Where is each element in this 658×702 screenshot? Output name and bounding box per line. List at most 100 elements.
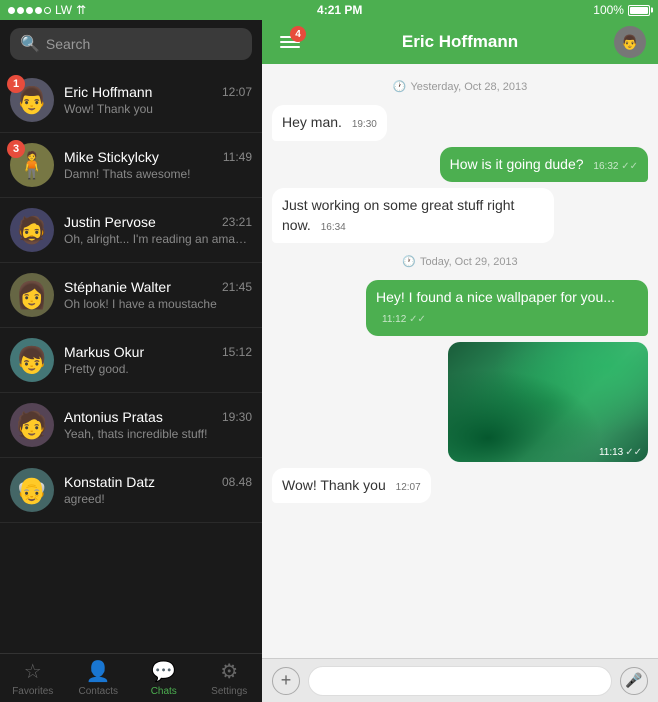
message-row-image: 11:13 ✓✓	[272, 342, 648, 462]
chat-list-item[interactable]: 👦 Markus Okur 15:12 Pretty good.	[0, 328, 262, 393]
chat-info: Stéphanie Walter 21:45 Oh look! I have a…	[64, 279, 252, 311]
chat-time: 21:45	[222, 280, 252, 294]
avatar-wrap: 👦	[10, 338, 54, 382]
favorites-nav-label: Favorites	[12, 686, 53, 697]
messages-area: 🕐Yesterday, Oct 28, 2013 Hey man. 19:30 …	[262, 64, 658, 658]
sent-bubble: How is it going dude? 16:32 ✓✓	[440, 147, 648, 183]
header-avatar[interactable]: 👨	[614, 26, 646, 58]
chat-info: Mike Stickylcky 11:49 Damn! Thats awesom…	[64, 149, 252, 181]
chat-name-row: Markus Okur 15:12	[64, 344, 252, 360]
signal-dot-3	[26, 7, 33, 14]
battery-percent: 100%	[593, 3, 624, 17]
chat-list-item[interactable]: 👴 Konstatin Datz 08.48 agreed!	[0, 458, 262, 523]
chats-nav-label: Chats	[151, 686, 177, 697]
chat-preview: Damn! Thats awesome!	[64, 167, 252, 181]
header-avatar-icon: 👨	[621, 34, 638, 51]
chat-list-item[interactable]: 👩 Stéphanie Walter 21:45 Oh look! I have…	[0, 263, 262, 328]
chat-list: 👨 1 Eric Hoffmann 12:07 Wow! Thank you 🧍…	[0, 68, 262, 653]
message-row-received: Just working on some great stuff right n…	[272, 188, 648, 243]
nav-item-contacts[interactable]: 👤 Contacts	[66, 654, 132, 702]
left-panel: 🔍 Search 👨 1 Eric Hoffmann 12:07 Wow! Th…	[0, 20, 262, 702]
avatar-wrap: 👩	[10, 273, 54, 317]
search-input-wrapper[interactable]: 🔍 Search	[10, 28, 252, 60]
checkmarks: ✓✓	[621, 161, 638, 172]
chat-name-row: Stéphanie Walter 21:45	[64, 279, 252, 295]
chat-header: 4 Eric Hoffmann 👨	[262, 20, 658, 64]
settings-nav-label: Settings	[211, 686, 247, 697]
search-label: Search	[46, 36, 90, 52]
avatar: 👴	[10, 468, 54, 512]
chat-time: 12:07	[222, 85, 252, 99]
add-button[interactable]: +	[272, 667, 300, 695]
status-left: LW ⇈	[8, 3, 86, 17]
mic-button[interactable]: 🎤	[620, 667, 648, 695]
avatar: 👩	[10, 273, 54, 317]
chat-list-item[interactable]: 🧑 Antonius Pratas 19:30 Yeah, thats incr…	[0, 393, 262, 458]
chat-name: Eric Hoffmann	[64, 84, 152, 100]
avatar-wrap: 👴	[10, 468, 54, 512]
chat-info: Antonius Pratas 19:30 Yeah, thats incred…	[64, 409, 252, 441]
mic-icon: 🎤	[625, 672, 642, 689]
unread-badge: 3	[7, 140, 25, 158]
chat-header-name: Eric Hoffmann	[402, 32, 518, 52]
chat-name: Justin Pervose	[64, 214, 156, 230]
wifi-icon: ⇈	[76, 3, 86, 17]
signal-dot-1	[8, 7, 15, 14]
status-right: 100%	[593, 3, 650, 17]
avatar-emoji: 👴	[16, 475, 48, 506]
input-bar: + 🎤	[262, 658, 658, 702]
contacts-nav-icon: 👤	[86, 659, 111, 684]
avatar-wrap: 🧔	[10, 208, 54, 252]
chat-preview: Oh, alright... I'm reading an amazing ar…	[64, 232, 252, 246]
chat-name-row: Konstatin Datz 08.48	[64, 474, 252, 490]
contacts-nav-label: Contacts	[79, 686, 118, 697]
chat-info: Konstatin Datz 08.48 agreed!	[64, 474, 252, 506]
nav-item-settings[interactable]: ⚙ Settings	[197, 654, 263, 702]
chat-name: Konstatin Datz	[64, 474, 155, 490]
chat-list-item[interactable]: 👨 1 Eric Hoffmann 12:07 Wow! Thank you	[0, 68, 262, 133]
image-bubble: 11:13 ✓✓	[448, 342, 648, 462]
chat-name: Markus Okur	[64, 344, 144, 360]
avatar-emoji: 👦	[16, 345, 48, 376]
nav-item-favorites[interactable]: ☆ Favorites	[0, 654, 66, 702]
status-time: 4:21 PM	[317, 3, 362, 17]
add-icon: +	[281, 670, 292, 691]
date-text: Today, Oct 29, 2013	[420, 256, 518, 268]
nav-item-chats[interactable]: 💬 Chats	[131, 654, 197, 702]
signal-dot-2	[17, 7, 24, 14]
date-label: 🕐Yesterday, Oct 28, 2013	[272, 80, 648, 93]
message-row-received: Hey man. 19:30	[272, 105, 648, 141]
message-row-sent: How is it going dude? 16:32 ✓✓	[272, 147, 648, 183]
message-time: 16:34	[321, 222, 346, 233]
received-bubble: Just working on some great stuff right n…	[272, 188, 554, 243]
chat-info: Justin Pervose 23:21 Oh, alright... I'm …	[64, 214, 252, 246]
avatar-wrap: 🧑	[10, 403, 54, 447]
favorites-nav-icon: ☆	[24, 659, 42, 684]
checkmarks: ✓✓	[409, 314, 426, 325]
avatar-emoji: 🧑	[16, 410, 48, 441]
image-time-overlay: 11:13 ✓✓	[599, 447, 642, 458]
search-icon: 🔍	[20, 34, 40, 54]
message-time: 11:12 ✓✓	[382, 314, 426, 325]
signal-dot-5	[44, 7, 51, 14]
message-input[interactable]	[308, 666, 612, 696]
received-bubble: Hey man. 19:30	[272, 105, 387, 141]
message-time: 16:32 ✓✓	[593, 161, 638, 172]
avatar-wrap: 🧍 3	[10, 143, 54, 187]
chat-time: 15:12	[222, 345, 252, 359]
avatar-wrap: 👨 1	[10, 78, 54, 122]
chats-nav-icon: 💬	[151, 659, 176, 684]
status-bar: LW ⇈ 4:21 PM 100%	[0, 0, 658, 20]
chat-list-item[interactable]: 🧍 3 Mike Stickylcky 11:49 Damn! Thats aw…	[0, 133, 262, 198]
image-time: 11:13	[599, 447, 623, 458]
chat-list-item[interactable]: 🧔 Justin Pervose 23:21 Oh, alright... I'…	[0, 198, 262, 263]
chat-info: Eric Hoffmann 12:07 Wow! Thank you	[64, 84, 252, 116]
right-panel: 4 Eric Hoffmann 👨 🕐Yesterday, Oct 28, 20…	[262, 20, 658, 702]
avatar-emoji: 👩	[16, 280, 48, 311]
menu-button[interactable]: 4	[274, 26, 306, 58]
chat-time: 11:49	[223, 150, 252, 164]
chat-time: 23:21	[222, 215, 252, 229]
message-time: 19:30	[352, 119, 377, 130]
chat-preview: agreed!	[64, 492, 252, 506]
message-row-sent: Hey! I found a nice wallpaper for you...…	[272, 280, 648, 335]
